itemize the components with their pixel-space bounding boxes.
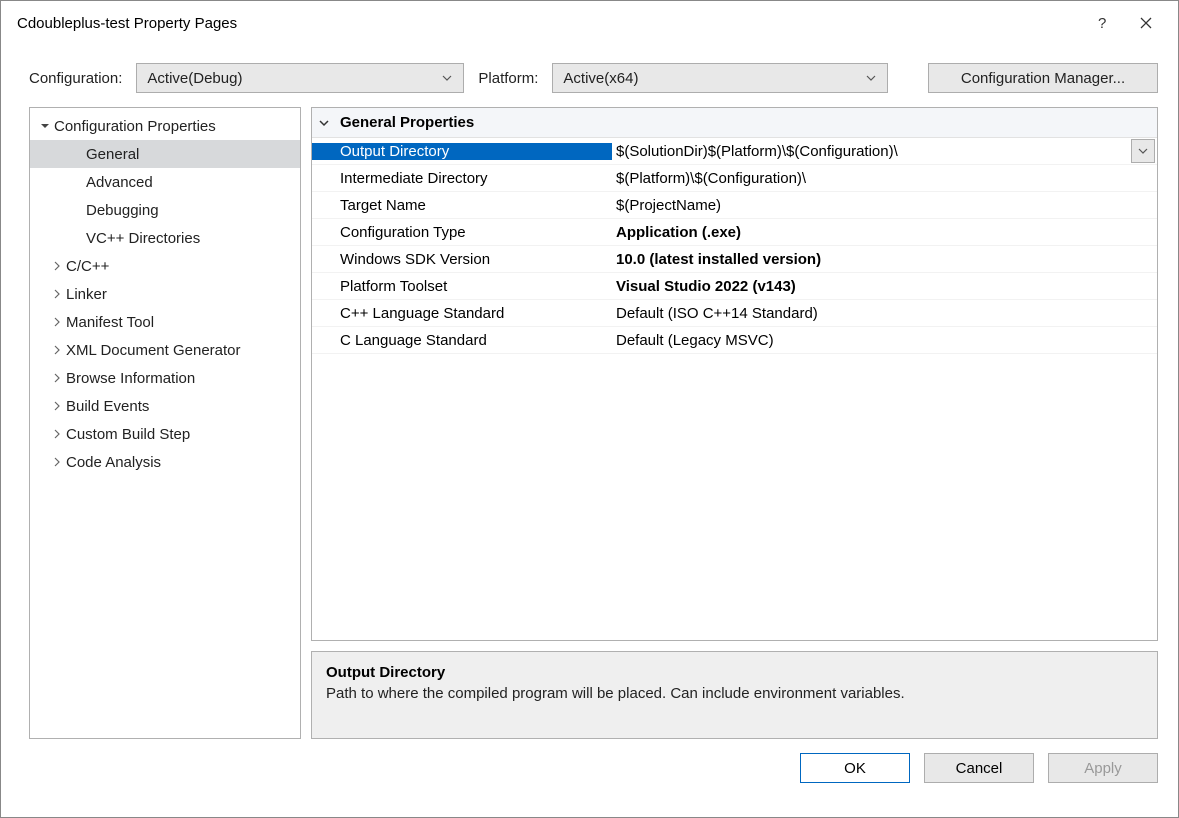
close-button[interactable] (1124, 7, 1168, 39)
tree-item-label: Build Events (66, 398, 149, 415)
configuration-label: Configuration: (29, 70, 122, 87)
platform-label: Platform: (478, 70, 538, 87)
property-value[interactable]: $(Platform)\$(Configuration)\ (612, 170, 1157, 187)
collapse-icon (318, 117, 340, 129)
configuration-value: Active(Debug) (147, 70, 441, 87)
cancel-button[interactable]: Cancel (924, 753, 1034, 783)
tree-item-label: General (86, 146, 139, 163)
property-row[interactable]: Windows SDK Version10.0 (latest installe… (312, 246, 1157, 273)
property-name: C++ Language Standard (312, 305, 612, 322)
description-title: Output Directory (326, 664, 1143, 681)
property-row[interactable]: C++ Language StandardDefault (ISO C++14 … (312, 300, 1157, 327)
tree-item[interactable]: Linker (30, 280, 300, 308)
property-row[interactable]: Configuration TypeApplication (.exe) (312, 219, 1157, 246)
property-row[interactable]: Target Name$(ProjectName) (312, 192, 1157, 219)
collapsed-icon (48, 289, 66, 299)
grid-group-title: General Properties (340, 114, 474, 131)
expanded-icon (36, 121, 54, 131)
property-row[interactable]: C Language StandardDefault (Legacy MSVC) (312, 327, 1157, 354)
tree-item[interactable]: Debugging (30, 196, 300, 224)
property-name: Target Name (312, 197, 612, 214)
window-title: Cdoubleplus-test Property Pages (17, 15, 237, 32)
tree-item-label: Browse Information (66, 370, 195, 387)
help-button[interactable]: ? (1080, 7, 1124, 39)
tree-item-label: Code Analysis (66, 454, 161, 471)
property-name: C Language Standard (312, 332, 612, 349)
property-name: Platform Toolset (312, 278, 612, 295)
config-row: Configuration: Active(Debug) Platform: A… (1, 45, 1178, 107)
tree-item[interactable]: General (30, 140, 300, 168)
property-grid: General Properties Output Directory$(Sol… (311, 107, 1158, 641)
property-value[interactable]: Application (.exe) (612, 224, 1157, 241)
tree-item[interactable]: Advanced (30, 168, 300, 196)
property-name: Output Directory (312, 143, 612, 160)
dropdown-button[interactable] (1131, 139, 1155, 163)
property-value[interactable]: Default (Legacy MSVC) (612, 332, 1157, 349)
category-tree[interactable]: Configuration Properties General Advanced… (29, 107, 301, 739)
collapsed-icon (48, 401, 66, 411)
dialog-footer: OK Cancel Apply (1, 739, 1178, 783)
tree-item-label: XML Document Generator (66, 342, 241, 359)
apply-button[interactable]: Apply (1048, 753, 1158, 783)
property-row[interactable]: Intermediate Directory$(Platform)\$(Conf… (312, 165, 1157, 192)
grid-group-header[interactable]: General Properties (312, 108, 1157, 138)
tree-item-label: Custom Build Step (66, 426, 190, 443)
tree-item-label: VC++ Directories (86, 230, 200, 247)
tree-item[interactable]: XML Document Generator (30, 336, 300, 364)
property-name: Configuration Type (312, 224, 612, 241)
collapsed-icon (48, 261, 66, 271)
configuration-manager-button[interactable]: Configuration Manager... (928, 63, 1158, 93)
titlebar: Cdoubleplus-test Property Pages ? (1, 1, 1178, 45)
property-row[interactable]: Output Directory$(SolutionDir)$(Platform… (312, 138, 1157, 165)
property-value[interactable]: Default (ISO C++14 Standard) (612, 305, 1157, 322)
tree-item[interactable]: Browse Information (30, 364, 300, 392)
tree-root[interactable]: Configuration Properties (30, 112, 300, 140)
ok-button[interactable]: OK (800, 753, 910, 783)
collapsed-icon (48, 429, 66, 439)
property-value[interactable]: 10.0 (latest installed version) (612, 251, 1157, 268)
property-value[interactable]: $(SolutionDir)$(Platform)\$(Configuratio… (612, 143, 1131, 160)
tree-item[interactable]: Custom Build Step (30, 420, 300, 448)
description-panel: Output Directory Path to where the compi… (311, 651, 1158, 739)
platform-value: Active(x64) (563, 70, 865, 87)
tree-item[interactable]: C/C++ (30, 252, 300, 280)
tree-item-label: Advanced (86, 174, 153, 191)
chevron-down-icon (441, 75, 453, 81)
tree-item-label: Linker (66, 286, 107, 303)
property-name: Intermediate Directory (312, 170, 612, 187)
svg-text:?: ? (1098, 15, 1106, 31)
configuration-combo[interactable]: Active(Debug) (136, 63, 464, 93)
tree-item-label: Debugging (86, 202, 159, 219)
tree-item-label: Manifest Tool (66, 314, 154, 331)
tree-item[interactable]: Manifest Tool (30, 308, 300, 336)
property-row[interactable]: Platform ToolsetVisual Studio 2022 (v143… (312, 273, 1157, 300)
collapsed-icon (48, 317, 66, 327)
tree-item[interactable]: Build Events (30, 392, 300, 420)
property-value[interactable]: $(ProjectName) (612, 197, 1157, 214)
platform-combo[interactable]: Active(x64) (552, 63, 888, 93)
tree-item-label: C/C++ (66, 258, 109, 275)
chevron-down-icon (865, 75, 877, 81)
collapsed-icon (48, 373, 66, 383)
tree-item[interactable]: VC++ Directories (30, 224, 300, 252)
collapsed-icon (48, 345, 66, 355)
property-value[interactable]: Visual Studio 2022 (v143) (612, 278, 1157, 295)
property-name: Windows SDK Version (312, 251, 612, 268)
collapsed-icon (48, 457, 66, 467)
description-text: Path to where the compiled program will … (326, 685, 1143, 702)
tree-item[interactable]: Code Analysis (30, 448, 300, 476)
